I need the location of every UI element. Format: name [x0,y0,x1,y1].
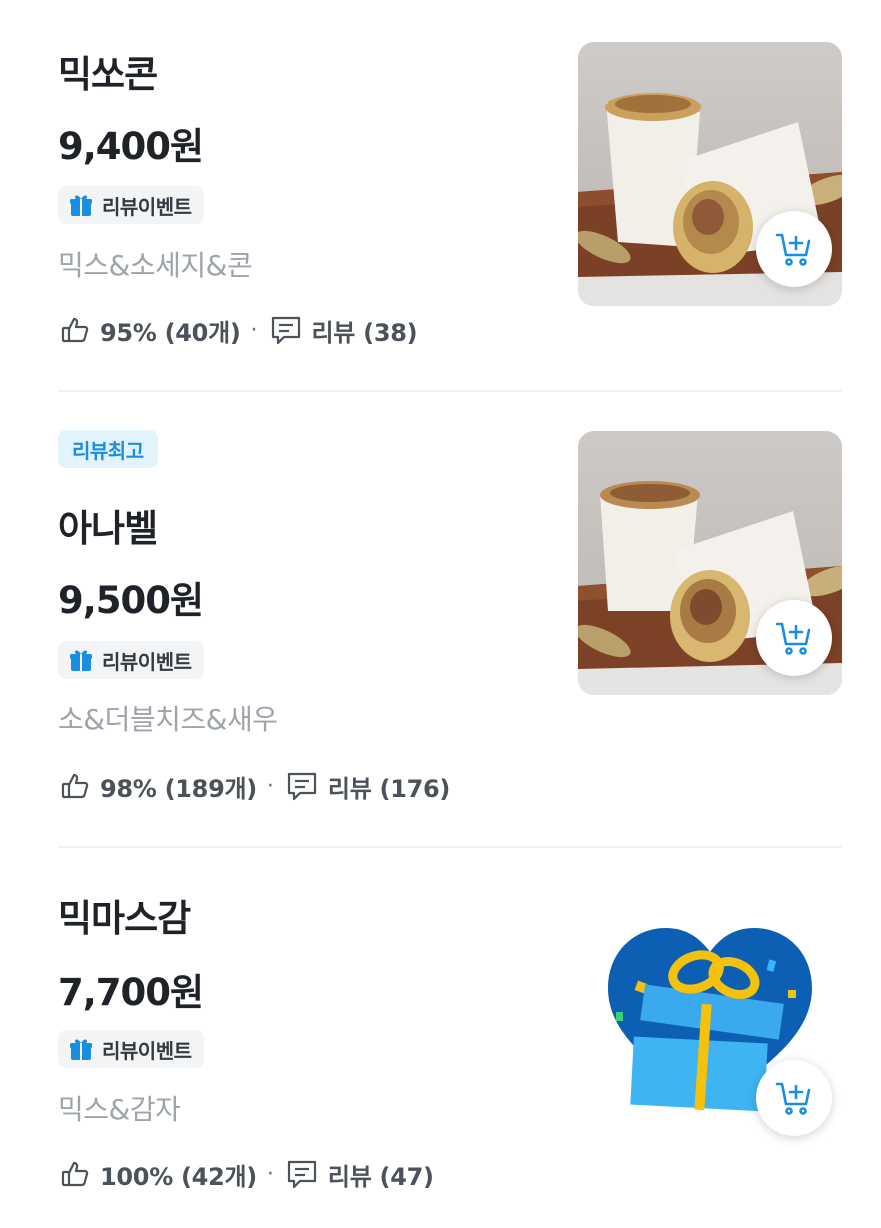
menu-price: 7,700원 [58,971,204,1014]
review-event-badge: 리뷰이벤트 [58,641,204,679]
chat-bubble-icon [268,312,304,348]
thumbs-up-icon [58,769,92,803]
menu-item-3[interactable]: 믹마스감 7,700원 리뷰이벤트 믹스&감자 100% (42개) · 리뷰 … [0,848,881,1228]
like-stats: 100% (42개) [100,1162,257,1191]
cart-add-icon [775,1082,811,1115]
menu-item-1[interactable]: 믹쏘콘 9,400원 리뷰이벤트 믹스&소세지&콘 95% (40개) · 리뷰… [0,0,881,390]
menu-stats: 98% (189개) · 리뷰 (176) [58,766,450,806]
thumbs-up-icon [58,1157,92,1191]
cart-add-icon [775,233,811,266]
review-event-label: 리뷰이벤트 [102,649,192,674]
chat-bubble-icon [284,768,320,804]
best-review-label: 리뷰최고 [72,438,144,463]
gift-icon [68,1036,94,1062]
menu-price: 9,500원 [58,579,204,622]
review-count: 리뷰 (176) [327,774,451,803]
review-count: 리뷰 (47) [327,1162,434,1191]
gift-icon [68,192,94,218]
menu-name: 아나벨 [58,507,158,550]
review-event-badge: 리뷰이벤트 [58,1030,204,1068]
add-to-cart-button[interactable] [756,600,832,676]
menu-name: 믹쏘콘 [58,53,158,96]
menu-item-2[interactable]: 리뷰최고 아나벨 9,500원 리뷰이벤트 소&더블치즈&새우 98% (189… [0,392,881,846]
stats-separator: · [266,773,274,799]
menu-name: 믹마스감 [58,897,191,940]
review-event-badge: 리뷰이벤트 [58,186,204,224]
best-review-badge: 리뷰최고 [58,430,158,468]
gift-icon [68,647,94,673]
add-to-cart-button[interactable] [756,1060,832,1136]
like-stats: 98% (189개) [100,774,257,803]
menu-description: 믹스&소세지&콘 [58,249,253,282]
stats-separator: · [266,1161,274,1187]
thumbs-up-icon [58,313,92,347]
review-count: 리뷰 (38) [311,318,418,347]
like-stats: 95% (40개) [100,318,241,347]
review-event-label: 리뷰이벤트 [102,194,192,219]
cart-add-icon [775,622,811,655]
stats-separator: · [250,317,258,343]
menu-stats: 100% (42개) · 리뷰 (47) [58,1154,434,1194]
menu-description: 소&더블치즈&새우 [58,703,278,736]
menu-price: 9,400원 [58,125,204,168]
menu-description: 믹스&감자 [58,1093,181,1126]
add-to-cart-button[interactable] [756,211,832,287]
menu-stats: 95% (40개) · 리뷰 (38) [58,310,418,350]
review-event-label: 리뷰이벤트 [102,1038,192,1063]
chat-bubble-icon [284,1156,320,1192]
